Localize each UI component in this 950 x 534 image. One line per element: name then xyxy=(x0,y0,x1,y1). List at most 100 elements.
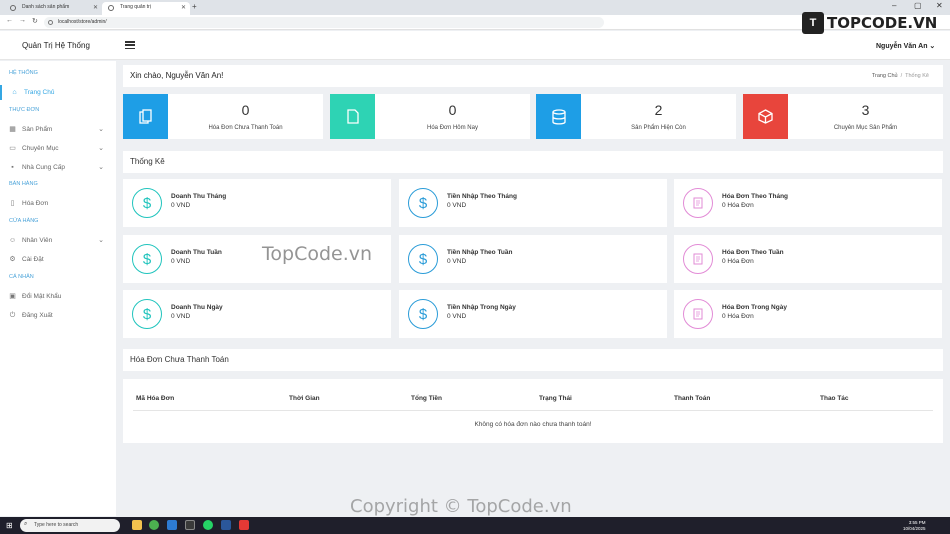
url-input[interactable]: localhost/store/admin/ xyxy=(44,17,604,28)
browser-tab[interactable]: Danh sách sản phẩm ✕ xyxy=(4,2,102,15)
file-icon: ▯ xyxy=(10,200,15,207)
sidebar-item-nha-cung-cap[interactable]: ▪ Nhà Cung Cấp ⌄ xyxy=(0,160,116,175)
unpaid-invoices-table: Mã Hóa Đơn Thời Gian Tổng Tiền Trạng Thá… xyxy=(123,379,943,443)
metric-card: $ Doanh Thu Ngày 0 VND xyxy=(123,290,391,338)
tab-title: Trang quản trị xyxy=(120,4,151,10)
sidebar-item-label: Chuyên Mục xyxy=(22,145,59,152)
metric-card: Hóa Đơn Theo Tuần 0 Hóa Đơn xyxy=(674,235,942,283)
breadcrumb: Trang Chủ / Thống Kê xyxy=(871,73,929,79)
vscode-icon[interactable] xyxy=(167,520,177,530)
column-header: Thao Tác xyxy=(820,395,849,402)
welcome-bar: Xin chào, Nguyễn Văn An! Trang Chủ / Thống… xyxy=(123,65,943,87)
sidebar-item-label: Đăng Xuất xyxy=(22,312,53,319)
metric-title: Doanh Thu Ngày xyxy=(171,304,223,311)
sidebar-item-hoa-don[interactable]: ▯ Hóa Đơn xyxy=(0,196,116,211)
sidebar-heading: CÁ NHÂN xyxy=(9,274,34,280)
globe-icon xyxy=(108,5,114,11)
metric-title: Tiền Nhập Theo Tuần xyxy=(447,249,513,256)
app-header: Quản Trị Hệ Thống Nguyễn Văn An ⌄ xyxy=(0,31,950,60)
stat-label: Chuyên Mục Sản Phẩm xyxy=(833,125,898,131)
lock-icon: ▣ xyxy=(9,293,16,300)
metric-card: $ Tiền Nhập Trong Ngày 0 VND xyxy=(399,290,667,338)
app-brand[interactable]: Quản Trị Hệ Thống xyxy=(22,41,90,50)
metric-card: $ Tiền Nhập Theo Tuần 0 VND xyxy=(399,235,667,283)
metric-value: 0 VND xyxy=(171,258,191,265)
whatsapp-icon[interactable] xyxy=(203,520,213,530)
sidebar-item-label: Sản Phẩm xyxy=(22,126,53,133)
breadcrumb-link[interactable]: Trang Chủ xyxy=(872,73,898,79)
new-tab-icon[interactable]: + xyxy=(192,2,197,11)
gear-icon: ⚙ xyxy=(9,256,16,263)
stat-label: Sản Phẩm Hiện Còn xyxy=(631,125,686,131)
sidebar-item-label: Nhà Cung Cấp xyxy=(22,164,65,171)
word-icon[interactable] xyxy=(221,520,231,530)
home-icon: ⌂ xyxy=(12,89,17,96)
windows-start-icon[interactable]: ⊞ xyxy=(6,521,13,530)
forward-icon[interactable]: → xyxy=(19,17,26,24)
breadcrumb-current: Thống Kê xyxy=(905,73,929,79)
sidebar-item-dang-xuat[interactable]: ⏻ Đăng Xuất xyxy=(0,308,116,323)
chrome-icon[interactable] xyxy=(149,520,159,530)
window-close-icon[interactable]: ✕ xyxy=(936,1,943,10)
site-info-icon[interactable] xyxy=(48,20,53,25)
metric-card: $ Doanh Thu Tháng 0 VND xyxy=(123,179,391,227)
logo-mark: T xyxy=(802,12,824,34)
sidebar-item-chuyen-muc[interactable]: ▭ Chuyên Mục ⌄ xyxy=(0,141,116,156)
file-explorer-icon[interactable] xyxy=(132,520,142,530)
globe-icon xyxy=(10,5,16,11)
close-icon[interactable]: ✕ xyxy=(181,4,186,11)
column-header: Tổng Tiền xyxy=(411,395,442,402)
watermark-text: TopCode.vn xyxy=(262,243,373,265)
file-icon xyxy=(330,94,375,139)
maximize-icon[interactable]: ▢ xyxy=(914,1,922,10)
menu-toggle-icon[interactable] xyxy=(125,41,135,49)
minimize-icon[interactable]: – xyxy=(892,1,896,10)
sidebar-item-label: Hóa Đơn xyxy=(22,200,49,207)
unpaid-section-header: Hóa Đơn Chưa Thanh Toán xyxy=(123,349,943,371)
sidebar-item-doi-mat-khau[interactable]: ▣ Đổi Mật Khẩu xyxy=(0,289,116,304)
taskbar-search-input[interactable]: ⌕ Type here to search xyxy=(20,519,120,532)
column-header: Thanh Toán xyxy=(674,395,711,402)
chevron-down-icon: ⌄ xyxy=(929,43,936,50)
sidebar-item-san-pham[interactable]: ▦ Sản Phẩm ⌄ xyxy=(0,122,116,137)
stat-value: 3 xyxy=(861,102,870,118)
stat-label: Hóa Đơn Hôm Nay xyxy=(427,125,478,131)
system-clock[interactable]: 3:55 PM 10/04/2025 xyxy=(903,520,926,532)
sidebar-item-trang-chu[interactable]: ⌂ Trang Chủ xyxy=(0,85,116,100)
sidebar: HỆ THỐNG ⌂ Trang Chủ THỰC ĐƠN ▦ Sản Phẩm… xyxy=(0,61,116,516)
database-icon xyxy=(536,94,581,139)
metric-value: 0 VND xyxy=(171,313,191,320)
receipt-icon xyxy=(683,244,713,274)
sidebar-item-nhan-vien[interactable]: ☺ Nhân Viên ⌄ xyxy=(0,233,116,248)
grid-icon: ▦ xyxy=(9,126,16,133)
metric-title: Hóa Đơn Theo Tuần xyxy=(722,249,784,256)
chevron-down-icon: ⌄ xyxy=(98,237,104,244)
back-icon[interactable]: ← xyxy=(6,17,13,24)
user-menu[interactable]: Nguyễn Văn An ⌄ xyxy=(876,42,935,50)
table-divider xyxy=(133,410,933,411)
stats-section-header: Thống Kê xyxy=(123,151,943,173)
stat-card: 3 Chuyên Mục Sản Phẩm xyxy=(743,94,943,139)
metric-title: Hóa Đơn Trong Ngày xyxy=(722,304,787,311)
stat-card: 2 Sản Phẩm Hiện Còn xyxy=(536,94,736,139)
recorder-icon[interactable] xyxy=(239,520,249,530)
close-icon[interactable]: ✕ xyxy=(93,4,98,11)
sidebar-item-cai-dat[interactable]: ⚙ Cài Đặt xyxy=(0,252,116,267)
copy-icon xyxy=(123,94,168,139)
sidebar-item-label: Cài Đặt xyxy=(22,256,44,263)
user-name: Nguyễn Văn An xyxy=(876,43,928,50)
section-title: Hóa Đơn Chưa Thanh Toán xyxy=(130,355,229,364)
terminal-icon[interactable] xyxy=(185,520,195,530)
column-header: Thời Gian xyxy=(289,395,320,402)
column-header: Trạng Thái xyxy=(539,395,572,402)
truck-icon: ▪ xyxy=(11,164,14,171)
sidebar-item-label: Trang Chủ xyxy=(24,89,55,96)
metric-value: 0 Hóa Đơn xyxy=(722,313,754,320)
metric-value: 0 VND xyxy=(447,202,467,209)
reload-icon[interactable]: ↻ xyxy=(32,17,38,25)
browser-tab-active[interactable]: Trang quản trị ✕ xyxy=(102,2,190,15)
dollar-icon: $ xyxy=(132,299,162,329)
metric-value: 0 VND xyxy=(447,313,467,320)
chevron-down-icon: ⌄ xyxy=(98,126,104,133)
page-title: Xin chào, Nguyễn Văn An! xyxy=(130,71,224,80)
